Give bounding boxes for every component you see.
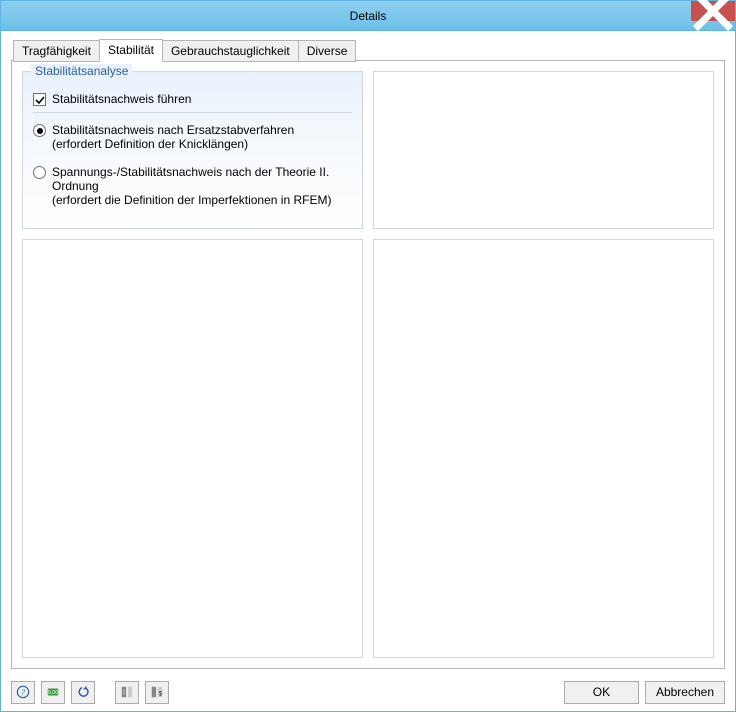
group-lower-left-empty: [22, 239, 363, 658]
standard-icon: [120, 685, 134, 699]
separator: [33, 112, 352, 113]
group-upper-right-empty: [373, 71, 714, 229]
label-radio2-line1: Spannungs-/Stabilitätsnachweis nach der …: [52, 165, 329, 193]
titlebar: Details: [1, 1, 735, 31]
label-radio2-line2: (erfordert die Definition der Imperfekti…: [52, 193, 331, 207]
radio-equivalent-member[interactable]: [33, 124, 46, 137]
tab-gebrauchstauglichkeit[interactable]: Gebrauchstauglichkeit: [162, 40, 299, 62]
svg-text:0.00: 0.00: [48, 690, 58, 696]
row-radio-second-order: Spannungs-/Stabilitätsnachweis nach der …: [33, 165, 352, 207]
tab-strip: Tragfähigkeit Stabilität Gebrauchstaugli…: [11, 39, 725, 61]
group-legend: Stabilitätsanalyse: [31, 64, 132, 78]
label-radio-second-order: Spannungs-/Stabilitätsnachweis nach der …: [52, 165, 352, 207]
upper-row: Stabilitätsanalyse Stabilitätsnachweis f…: [22, 71, 714, 229]
ok-button[interactable]: OK: [564, 681, 639, 704]
units-icon: 0.00: [46, 685, 60, 699]
client-area: Tragfähigkeit Stabilität Gebrauchstaugli…: [1, 31, 735, 679]
standard-2-button[interactable]: $: [145, 681, 169, 704]
help-button[interactable]: ?: [11, 681, 35, 704]
row-radio-equivalent-member: Stabilitätsnachweis nach Ersatzstabverfa…: [33, 123, 352, 151]
close-button[interactable]: [691, 1, 735, 21]
label-radio1-line1: Stabilitätsnachweis nach Ersatzstabverfa…: [52, 123, 294, 137]
label-perform-stability: Stabilitätsnachweis führen: [52, 92, 191, 106]
group-lower-right-empty: [373, 239, 714, 658]
standard-2-icon: $: [150, 685, 164, 699]
tab-stabilitaet[interactable]: Stabilität: [99, 39, 163, 61]
units-button[interactable]: 0.00: [41, 681, 65, 704]
tab-diverse[interactable]: Diverse: [298, 40, 357, 62]
reset-icon: [76, 685, 90, 699]
label-radio-equivalent-member: Stabilitätsnachweis nach Ersatzstabverfa…: [52, 123, 294, 151]
radio-dot-icon: [37, 128, 43, 134]
label-radio1-line2: (erfordert Definition der Knicklängen): [52, 137, 248, 151]
lower-row: [22, 239, 714, 658]
radio-second-order[interactable]: [33, 166, 46, 179]
close-icon: [691, 0, 735, 33]
group-stability-analysis: Stabilitätsanalyse Stabilitätsnachweis f…: [22, 71, 363, 229]
check-icon: [35, 95, 45, 105]
checkbox-perform-stability[interactable]: [33, 93, 46, 106]
bottom-toolbar: ? 0.00 $ OK Abbrechen: [1, 679, 735, 711]
cancel-button[interactable]: Abbrechen: [645, 681, 725, 704]
help-icon: ?: [16, 685, 30, 699]
tab-tragfaehigkeit[interactable]: Tragfähigkeit: [13, 40, 100, 62]
window-title: Details: [1, 9, 735, 23]
row-perform-stability: Stabilitätsnachweis führen: [33, 92, 352, 106]
dialog-window: Details Tragfähigkeit Stabilität Gebrauc…: [0, 0, 736, 712]
standard-1-button[interactable]: [115, 681, 139, 704]
reset-button[interactable]: [71, 681, 95, 704]
svg-text:?: ?: [21, 688, 25, 697]
tab-panel: Stabilitätsanalyse Stabilitätsnachweis f…: [11, 60, 725, 669]
svg-text:$: $: [159, 691, 163, 698]
